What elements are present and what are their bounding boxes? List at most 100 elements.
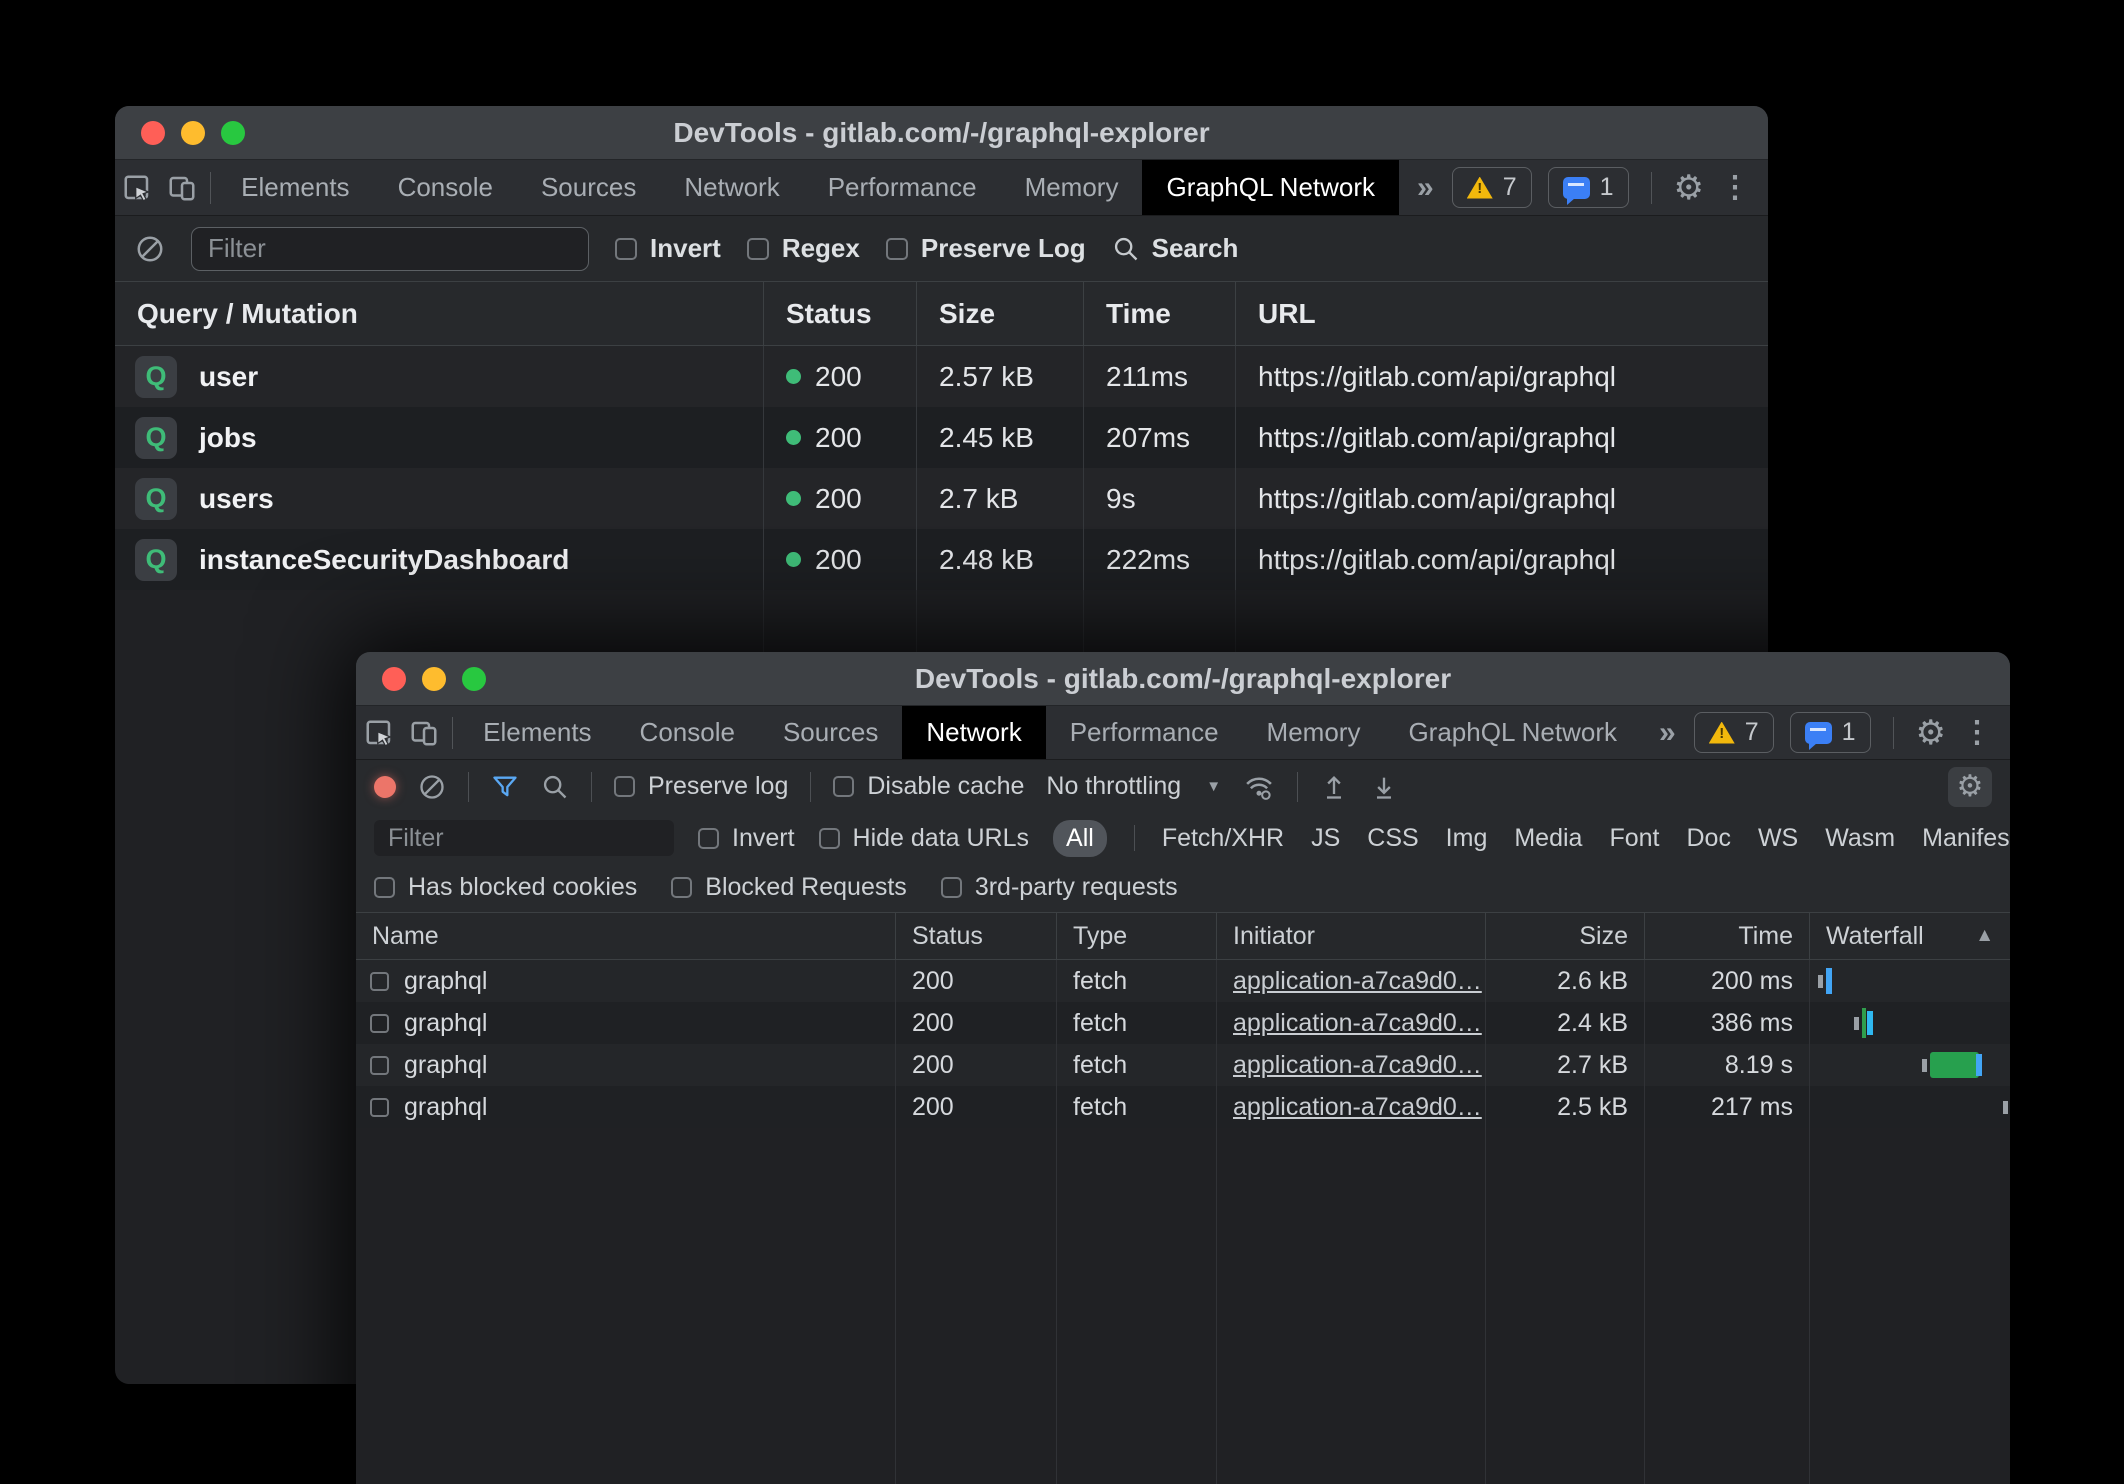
tab-elements[interactable]: Elements xyxy=(217,160,373,215)
throttling-select[interactable]: No throttling ▼ xyxy=(1046,772,1221,801)
column-header-type[interactable]: Type xyxy=(1057,913,1217,959)
tab-graphql-network[interactable]: GraphQL Network xyxy=(1142,160,1399,215)
column-header-time[interactable]: Time xyxy=(1645,913,1810,959)
tab-sources[interactable]: Sources xyxy=(759,706,902,759)
disable-cache-checkbox-group[interactable]: Disable cache xyxy=(833,772,1024,801)
tab-sources[interactable]: Sources xyxy=(517,160,660,215)
table-row[interactable]: Q user 200 2.57 kB 211ms https://gitlab.… xyxy=(115,346,1768,407)
more-tabs-icon[interactable]: » xyxy=(1399,160,1452,215)
column-header-waterfall[interactable]: Waterfall ▲ xyxy=(1810,913,2010,959)
chip-all[interactable]: All xyxy=(1053,820,1107,857)
issues-badge[interactable]: 1 xyxy=(1790,712,1871,753)
tab-elements[interactable]: Elements xyxy=(459,706,615,759)
chip-ws[interactable]: WS xyxy=(1758,824,1798,853)
chip-doc[interactable]: Doc xyxy=(1686,824,1730,853)
initiator-link[interactable]: application-a7ca9d0… xyxy=(1233,967,1482,996)
column-header-size[interactable]: Size xyxy=(917,282,1084,345)
chip-manifest[interactable]: Manifest xyxy=(1922,824,2010,853)
kebab-menu-icon[interactable]: ⋮ xyxy=(1962,715,1992,750)
clear-icon[interactable] xyxy=(418,773,446,801)
regex-checkbox-group[interactable]: Regex xyxy=(747,233,860,264)
inspect-element-icon[interactable] xyxy=(115,160,160,215)
filter-input[interactable] xyxy=(374,820,674,856)
hide-data-urls-checkbox-group[interactable]: Hide data URLs xyxy=(819,824,1029,853)
table-row[interactable]: Q instanceSecurityDashboard 200 2.48 kB … xyxy=(115,529,1768,590)
more-tabs-icon[interactable]: » xyxy=(1641,706,1694,759)
zoom-button[interactable] xyxy=(221,121,245,145)
minimize-button[interactable] xyxy=(422,667,446,691)
tab-memory[interactable]: Memory xyxy=(1243,706,1385,759)
device-toolbar-icon[interactable] xyxy=(160,160,205,215)
chip-wasm[interactable]: Wasm xyxy=(1825,824,1895,853)
filter-input[interactable] xyxy=(191,227,589,271)
tab-network[interactable]: Network xyxy=(660,160,803,215)
chip-js[interactable]: JS xyxy=(1311,824,1340,853)
tab-performance[interactable]: Performance xyxy=(1046,706,1243,759)
title-bar[interactable]: DevTools - gitlab.com/-/graphql-explorer xyxy=(115,106,1768,160)
table-row[interactable]: graphql 200 fetch application-a7ca9d0… 2… xyxy=(356,1086,2010,1128)
close-button[interactable] xyxy=(141,121,165,145)
settings-gear-icon[interactable]: ⚙ xyxy=(1916,716,1946,750)
minimize-button[interactable] xyxy=(181,121,205,145)
network-settings-button[interactable]: ⚙ xyxy=(1948,767,1992,807)
preserve-log-checkbox-group[interactable]: Preserve log xyxy=(614,772,788,801)
inspect-element-icon[interactable] xyxy=(356,706,401,759)
search-icon[interactable] xyxy=(541,773,569,801)
network-conditions-icon[interactable] xyxy=(1243,772,1275,802)
invert-checkbox[interactable] xyxy=(698,828,719,849)
issues-badge[interactable]: 1 xyxy=(1548,167,1629,208)
third-party-requests-checkbox[interactable] xyxy=(941,877,962,898)
record-button[interactable] xyxy=(374,776,396,798)
column-header-name[interactable]: Name xyxy=(356,913,896,959)
row-checkbox[interactable] xyxy=(370,972,389,991)
tab-console[interactable]: Console xyxy=(616,706,759,759)
table-row[interactable]: graphql 200 fetch application-a7ca9d0… 2… xyxy=(356,1044,2010,1086)
import-har-icon[interactable] xyxy=(1320,773,1348,801)
column-header-initiator[interactable]: Initiator xyxy=(1217,913,1486,959)
warnings-badge[interactable]: 7 xyxy=(1694,712,1774,753)
clear-icon[interactable] xyxy=(135,234,165,264)
tab-memory[interactable]: Memory xyxy=(1001,160,1143,215)
tab-network[interactable]: Network xyxy=(902,706,1045,759)
row-checkbox[interactable] xyxy=(370,1098,389,1117)
blocked-requests-checkbox[interactable] xyxy=(671,877,692,898)
table-row[interactable]: Q jobs 200 2.45 kB 207ms https://gitlab.… xyxy=(115,407,1768,468)
initiator-link[interactable]: application-a7ca9d0… xyxy=(1233,1009,1482,1038)
row-checkbox[interactable] xyxy=(370,1056,389,1075)
regex-checkbox[interactable] xyxy=(747,238,769,260)
row-checkbox[interactable] xyxy=(370,1014,389,1033)
initiator-link[interactable]: application-a7ca9d0… xyxy=(1233,1093,1482,1122)
invert-checkbox-group[interactable]: Invert xyxy=(698,824,795,853)
initiator-link[interactable]: application-a7ca9d0… xyxy=(1233,1051,1482,1080)
search-control[interactable]: Search xyxy=(1112,233,1239,264)
disable-cache-checkbox[interactable] xyxy=(833,776,854,797)
title-bar[interactable]: DevTools - gitlab.com/-/graphql-explorer xyxy=(356,652,2010,706)
filter-funnel-icon[interactable] xyxy=(491,773,519,801)
third-party-requests-group[interactable]: 3rd-party requests xyxy=(941,873,1178,902)
device-toolbar-icon[interactable] xyxy=(401,706,446,759)
warnings-badge[interactable]: 7 xyxy=(1452,167,1532,208)
chip-img[interactable]: Img xyxy=(1446,824,1488,853)
table-row[interactable]: graphql 200 fetch application-a7ca9d0… 2… xyxy=(356,960,2010,1002)
column-header-status[interactable]: Status xyxy=(896,913,1057,959)
table-row[interactable]: graphql 200 fetch application-a7ca9d0… 2… xyxy=(356,1002,2010,1044)
zoom-button[interactable] xyxy=(462,667,486,691)
column-header-time[interactable]: Time xyxy=(1084,282,1236,345)
column-header-size[interactable]: Size xyxy=(1486,913,1645,959)
preserve-log-checkbox-group[interactable]: Preserve Log xyxy=(886,233,1086,264)
chip-css[interactable]: CSS xyxy=(1367,824,1418,853)
column-header-query-mutation[interactable]: Query / Mutation xyxy=(115,282,764,345)
blocked-requests-group[interactable]: Blocked Requests xyxy=(671,873,907,902)
invert-checkbox-group[interactable]: Invert xyxy=(615,233,721,264)
hide-data-urls-checkbox[interactable] xyxy=(819,828,840,849)
tab-graphql-network[interactable]: GraphQL Network xyxy=(1384,706,1641,759)
tab-console[interactable]: Console xyxy=(374,160,517,215)
has-blocked-cookies-group[interactable]: Has blocked cookies xyxy=(374,873,637,902)
close-button[interactable] xyxy=(382,667,406,691)
preserve-log-checkbox[interactable] xyxy=(886,238,908,260)
chip-fetch-xhr[interactable]: Fetch/XHR xyxy=(1162,824,1284,853)
export-har-icon[interactable] xyxy=(1370,773,1398,801)
settings-gear-icon[interactable]: ⚙ xyxy=(1674,171,1704,205)
column-header-url[interactable]: URL xyxy=(1236,282,1768,345)
chip-font[interactable]: Font xyxy=(1609,824,1659,853)
